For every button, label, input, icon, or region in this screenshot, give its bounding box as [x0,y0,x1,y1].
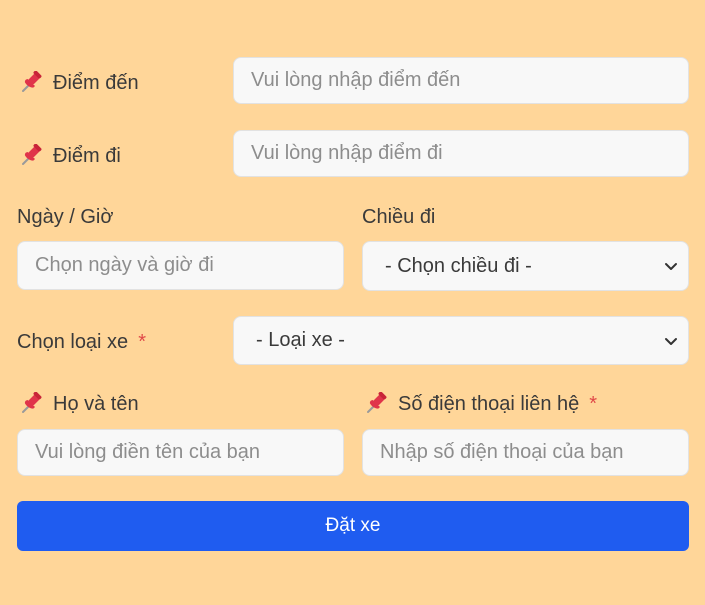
direction-label-text: Chiều đi [362,206,436,228]
phone-label: Số điện thoại liên hệ * [364,392,597,416]
phone-input[interactable] [362,429,689,476]
destination-label-text: Điểm đến [53,72,139,94]
datetime-label: Ngày / Giờ [17,205,113,229]
name-label: Họ và tên [19,392,139,416]
vehicle-label-text: Chọn loại xe [17,331,129,353]
chevron-down-icon [665,337,677,345]
name-input[interactable] [17,429,344,476]
vehicle-selected-value: - Loại xe - [256,329,345,351]
origin-label: Điểm đi [19,144,121,168]
direction-selected-value: - Chọn chiều đi - [385,254,532,277]
direction-label: Chiều đi [362,205,435,229]
pushpin-icon [19,392,43,416]
pushpin-icon [19,71,43,95]
origin-input[interactable] [233,130,689,177]
destination-label: Điểm đến [19,71,139,95]
book-button[interactable]: Đặt xe [17,501,689,551]
vehicle-label: Chọn loại xe * [17,330,146,354]
pushpin-icon [19,144,43,168]
required-mark: * [589,393,598,415]
required-mark: * [138,331,146,353]
destination-input[interactable] [233,57,689,104]
origin-label-text: Điểm đi [53,145,121,167]
datetime-label-text: Ngày / Giờ [17,206,114,228]
datetime-input[interactable] [17,241,344,290]
phone-label-text: Số điện thoại liên hệ [398,393,580,415]
name-label-text: Họ và tên [53,393,139,415]
direction-select[interactable]: - Chọn chiều đi - [362,241,689,291]
chevron-down-icon [665,263,677,270]
pushpin-icon [364,392,388,416]
vehicle-select[interactable]: - Loại xe - [233,316,689,365]
